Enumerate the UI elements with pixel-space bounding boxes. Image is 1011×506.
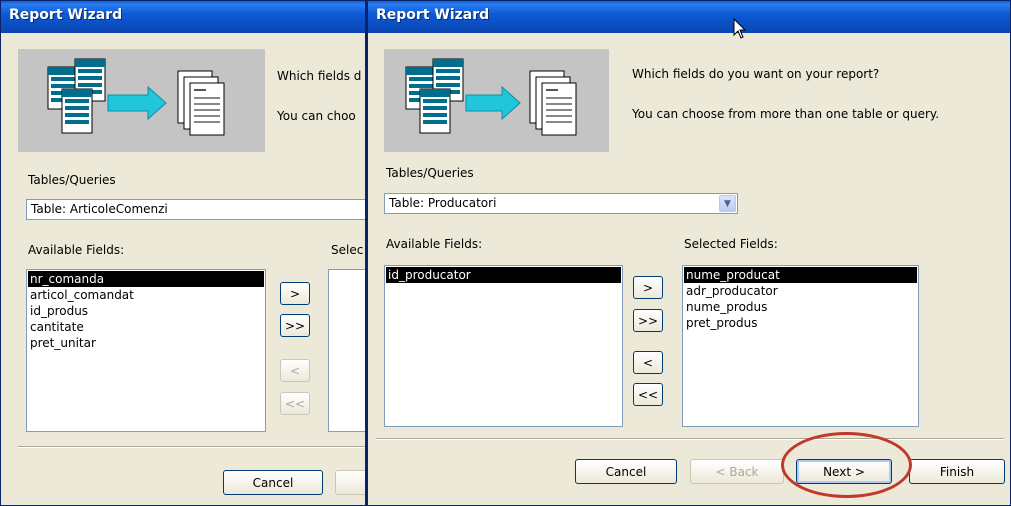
front-title-bar[interactable]: Report Wizard bbox=[368, 1, 1010, 33]
list-item[interactable]: id_producator bbox=[386, 267, 621, 283]
front-prompt-line-2: You can choose from more than one table … bbox=[632, 107, 940, 121]
front-report-wizard-window: Report Wizard Which fields do you want o… bbox=[366, 0, 1011, 506]
front-tables-queries-combo[interactable]: Table: Producatori ▼ bbox=[384, 193, 738, 214]
front-selected-fields-label: Selected Fields: bbox=[684, 237, 778, 251]
back-remove-field-button[interactable]: < bbox=[280, 359, 310, 382]
front-wizard-illustration bbox=[384, 49, 609, 152]
back-wizard-illustration bbox=[18, 49, 265, 152]
back-separator bbox=[18, 446, 365, 448]
back-available-fields-label: Available Fields: bbox=[28, 243, 125, 257]
list-item[interactable]: nume_producat bbox=[684, 267, 917, 283]
front-separator bbox=[376, 438, 1004, 440]
front-window-title: Report Wizard bbox=[376, 7, 490, 23]
list-item[interactable]: nume_produs bbox=[684, 299, 917, 315]
cancel-button[interactable]: Cancel bbox=[575, 459, 677, 484]
wizard-illustration-icon bbox=[405, 58, 577, 136]
front-remove-all-fields-button[interactable]: << bbox=[633, 383, 663, 406]
list-item[interactable]: pret_unitar bbox=[28, 335, 264, 351]
front-available-fields-label: Available Fields: bbox=[386, 237, 483, 251]
back-tables-queries-combo[interactable]: Table: ArticoleComenzi bbox=[26, 199, 365, 220]
front-tables-queries-value: Table: Producatori bbox=[389, 196, 497, 210]
back-prompt-line-2: You can choo bbox=[277, 109, 356, 123]
back-tables-queries-value: Table: ArticoleComenzi bbox=[31, 202, 168, 216]
front-add-all-fields-button[interactable]: >> bbox=[633, 309, 663, 332]
front-add-field-button[interactable]: > bbox=[633, 276, 663, 299]
combo-dropdown-icon[interactable]: ▼ bbox=[719, 195, 736, 212]
back-window-title: Report Wizard bbox=[9, 7, 123, 23]
back-add-all-fields-button[interactable]: >> bbox=[280, 314, 310, 337]
finish-button[interactable]: Finish bbox=[909, 459, 1005, 484]
back-back-button-partial[interactable] bbox=[335, 470, 365, 495]
list-item[interactable]: articol_comandat bbox=[28, 287, 264, 303]
front-selected-fields-list[interactable]: nume_producat adr_producator nume_produs… bbox=[682, 265, 919, 427]
list-item[interactable]: nr_comanda bbox=[28, 271, 264, 287]
wizard-illustration-icon bbox=[47, 58, 225, 136]
back-button[interactable]: < Back bbox=[690, 459, 784, 484]
list-item[interactable]: id_produs bbox=[28, 303, 264, 319]
front-remove-field-button[interactable]: < bbox=[633, 351, 663, 374]
list-item[interactable]: adr_producator bbox=[684, 283, 917, 299]
back-report-wizard-window: Report Wizard Which fields d You can cho… bbox=[0, 0, 366, 506]
front-prompt-line-1: Which fields do you want on your report? bbox=[632, 67, 880, 81]
back-selected-fields-label: Selec bbox=[331, 243, 364, 257]
front-tables-queries-label: Tables/Queries bbox=[386, 166, 474, 180]
back-cancel-button[interactable]: Cancel bbox=[223, 470, 323, 495]
back-add-field-button[interactable]: > bbox=[280, 282, 310, 305]
mouse-pointer-icon bbox=[733, 18, 747, 39]
front-available-fields-list[interactable]: id_producator bbox=[384, 265, 623, 427]
list-item[interactable]: cantitate bbox=[28, 319, 264, 335]
next-button-highlight-oval bbox=[781, 432, 912, 498]
back-tables-queries-label: Tables/Queries bbox=[28, 173, 116, 187]
back-title-bar[interactable]: Report Wizard bbox=[1, 1, 365, 33]
list-item[interactable]: pret_produs bbox=[684, 315, 917, 331]
back-prompt-line-1: Which fields d bbox=[277, 69, 362, 83]
back-available-fields-list[interactable]: nr_comanda articol_comandat id_produs ca… bbox=[26, 269, 266, 432]
back-selected-fields-list[interactable] bbox=[328, 269, 365, 432]
back-remove-all-fields-button[interactable]: << bbox=[280, 392, 310, 415]
